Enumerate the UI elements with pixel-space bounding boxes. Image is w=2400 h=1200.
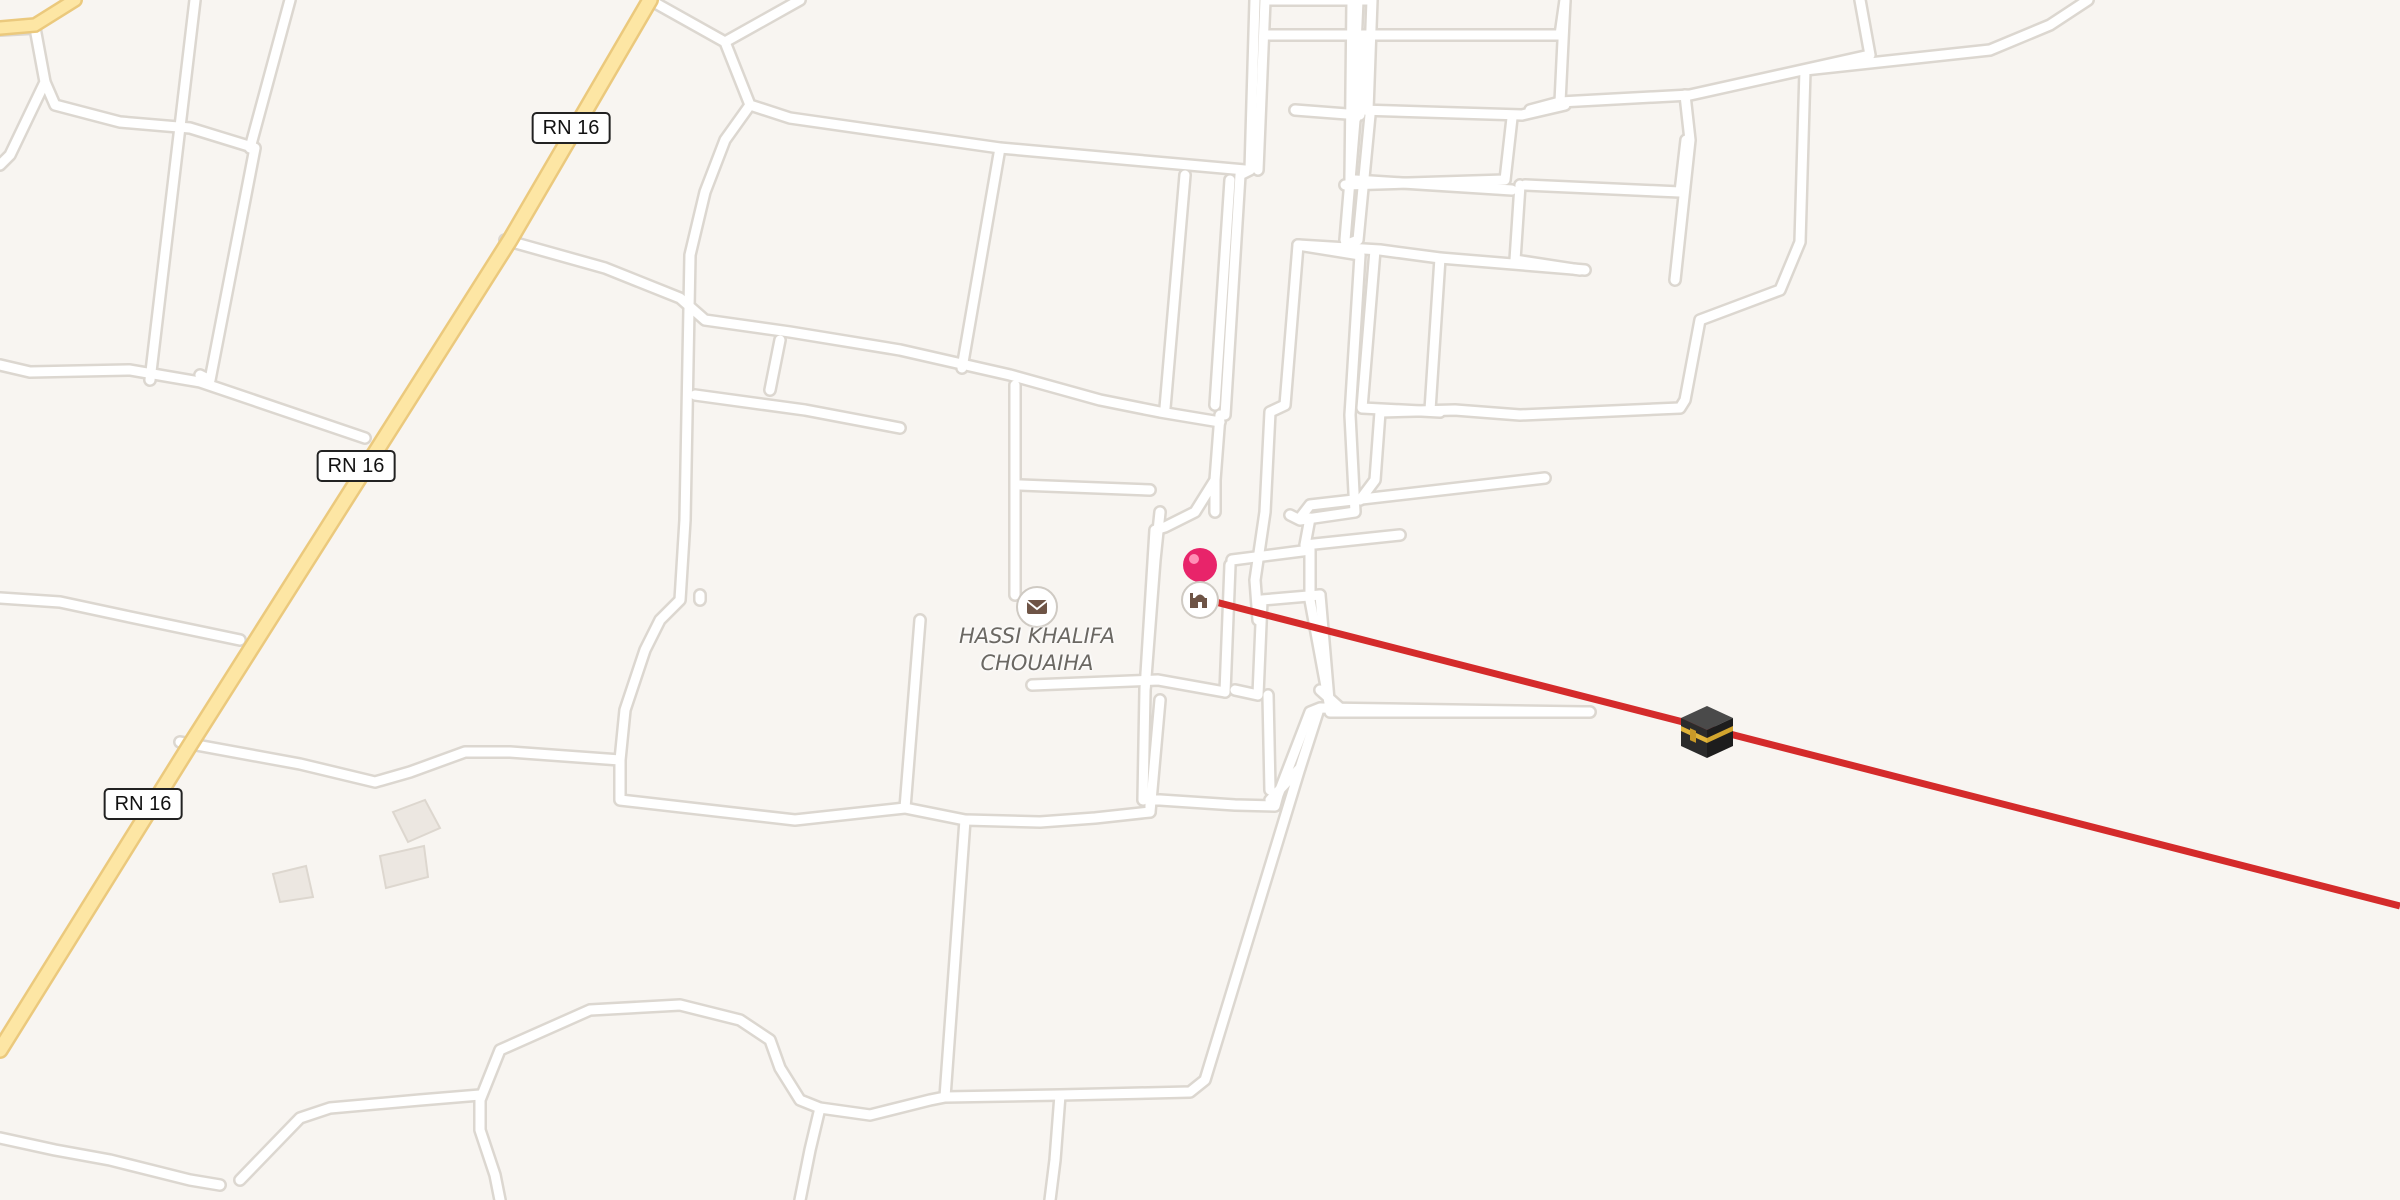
envelope-glyph — [1026, 600, 1048, 614]
road-shield-rn16-bottom: RN 16 — [103, 788, 183, 820]
mosque-icon[interactable] — [1181, 581, 1219, 619]
envelope-icon[interactable] — [1016, 586, 1058, 628]
qibla-direction-line — [1199, 594, 2400, 910]
highway-rn16 — [0, 0, 659, 1059]
road-shield-rn16-top: RN 16 — [531, 112, 611, 144]
mosque-glyph — [1190, 593, 1207, 608]
place-label-line2: CHOUAIHA — [980, 651, 1094, 675]
kaaba-icon — [1681, 706, 1733, 758]
place-label: HASSI KHALIFA CHOUAIHA — [927, 623, 1147, 677]
buildings — [271, 798, 442, 904]
place-label-line1: HASSI KHALIFA — [959, 624, 1115, 648]
road-shield-rn16-middle: RN 16 — [316, 450, 396, 482]
